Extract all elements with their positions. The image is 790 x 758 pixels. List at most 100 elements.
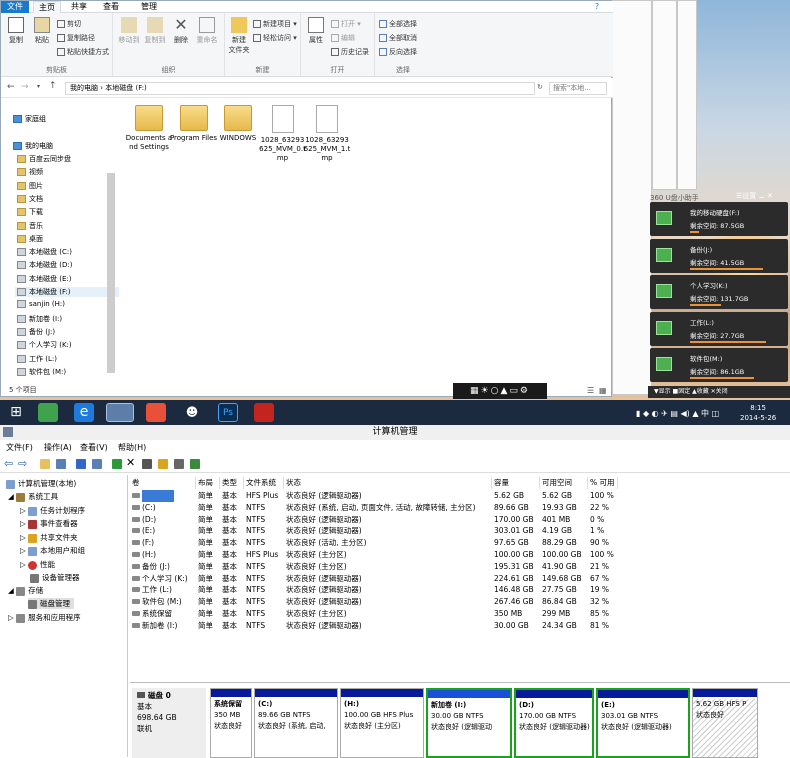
open-folder-icon[interactable]	[158, 459, 168, 469]
tree-event-viewer[interactable]: ▷ 事件查看器	[20, 518, 78, 529]
tray-icons[interactable]: ▮ ◆ ◐ ✈ ▤ ◀) ▲ 中 ◫	[636, 408, 719, 419]
history-button[interactable]: 历史记录	[331, 47, 369, 57]
column-header[interactable]: 状态	[284, 477, 492, 489]
tree-root[interactable]: 计算机管理(本地)	[6, 478, 76, 489]
nav-item[interactable]: 新加卷 (I:)	[17, 314, 62, 324]
tree-task-scheduler[interactable]: ▷ 任务计划程序	[20, 505, 85, 516]
partition-block[interactable]: 5.62 GB HFS P 状态良好	[692, 688, 758, 758]
back-icon[interactable]: ⇦	[4, 457, 13, 470]
easy-access-button[interactable]: 轻松访问 ▾	[253, 33, 297, 43]
open-button[interactable]: 打开 ▾	[331, 19, 361, 29]
forward-arrow-icon[interactable]: →	[21, 82, 29, 92]
up-arrow-icon[interactable]: ↑	[49, 81, 57, 91]
file-item[interactable]: 1028_63293625_MVM_0.tmp	[259, 105, 307, 163]
photoshop-icon[interactable]: Ps	[218, 403, 238, 422]
tab-view[interactable]: 查看	[97, 1, 125, 13]
menu-action[interactable]: 操作(A)	[44, 440, 72, 455]
tree-disk-management[interactable]: 磁盘管理	[28, 598, 74, 609]
partition-block[interactable]: 系统保留 350 MB 状态良好	[210, 688, 252, 758]
nav-item[interactable]: 文档	[17, 194, 43, 204]
file-item[interactable]: Program Files	[170, 105, 218, 143]
paste-shortcut-button[interactable]: 粘贴快捷方式	[57, 47, 109, 57]
export-icon[interactable]	[190, 459, 200, 469]
tree-local-users[interactable]: ▷ 本地用户和组	[20, 545, 85, 556]
background-window[interactable]	[652, 0, 677, 190]
nav-item[interactable]: 本地磁盘 (E:)	[17, 274, 71, 284]
column-header[interactable]: 布局	[196, 477, 220, 489]
properties-button[interactable]: 属性	[305, 17, 327, 45]
edit-button[interactable]: 编辑	[331, 33, 355, 43]
new-folder-button[interactable]: 新建 文件夹	[227, 17, 251, 55]
qq-icon[interactable]: ☻	[182, 403, 202, 422]
help-icon[interactable]	[76, 459, 86, 469]
drive-card[interactable]: 软件包(M:) 剩余空间: 86.1GB	[650, 348, 788, 382]
nav-item[interactable]: 视频	[17, 167, 43, 177]
disk-info[interactable]: 磁盘 0 基本 698.64 GB 联机	[132, 688, 206, 758]
back-arrow-icon[interactable]: ←	[7, 82, 15, 92]
ribbon-help-icon[interactable]: ?	[591, 1, 603, 13]
drive-card[interactable]: 工作(L:) 剩余空间: 27.7GB	[650, 311, 788, 346]
search-input[interactable]: 搜索"本地...	[549, 82, 607, 95]
floating-toolbar[interactable]: ▦☀○▲▭⚙	[453, 383, 547, 399]
background-window[interactable]	[612, 0, 652, 395]
file-item[interactable]: Documents and Settings	[125, 105, 173, 152]
nav-item[interactable]: 个人学习 (K:)	[17, 340, 72, 350]
tab-file[interactable]: 文件	[1, 1, 29, 13]
nav-item[interactable]: 下载	[17, 207, 43, 217]
file-item[interactable]: WINDOWS	[214, 105, 262, 143]
tree-services[interactable]: ▷ 服务和应用程序	[8, 612, 81, 623]
nav-homegroup[interactable]: 家庭组	[13, 114, 46, 124]
widget-settings-link[interactable]: ☰设置 ⚊ ✕	[736, 191, 773, 201]
select-all-button[interactable]: 全部选择	[379, 19, 417, 29]
nav-my-computer[interactable]: 我的电脑	[13, 141, 53, 151]
refresh-toolbar-icon[interactable]	[112, 459, 122, 469]
nav-scrollbar[interactable]	[107, 173, 115, 373]
new-item-button[interactable]: 新建项目 ▾	[253, 19, 297, 29]
column-header[interactable]: 类型	[220, 477, 244, 489]
column-header[interactable]: 文件系统	[244, 477, 284, 489]
partition-block[interactable]: 新加卷 (I:) 30.00 GB NTFS 状态良好 (逻辑驱动	[426, 688, 512, 758]
widget-footer[interactable]: ▼显示 ■固定 ▲收藏 ✕关闭	[648, 386, 790, 398]
show-tree-icon[interactable]	[40, 459, 50, 469]
copy-path-button[interactable]: 复制路径	[57, 33, 95, 43]
recent-dropdown-icon[interactable]: ▾	[37, 83, 40, 90]
menu-view[interactable]: 查看(V)	[80, 440, 108, 455]
nav-item[interactable]: 本地磁盘 (F:)	[15, 287, 119, 297]
column-header[interactable]: 可用空间	[540, 477, 588, 489]
move-to-button[interactable]: 移动到	[117, 17, 141, 45]
column-header[interactable]: 卷	[130, 477, 196, 489]
column-header[interactable]: % 可用	[588, 477, 618, 489]
partition-block[interactable]: (D:) 170.00 GB NTFS 状态良好 (逻辑驱动器)	[514, 688, 594, 758]
nav-item[interactable]: 本地磁盘 (C:)	[17, 247, 72, 257]
nav-item[interactable]: 音乐	[17, 221, 43, 231]
app-360-icon[interactable]	[38, 403, 58, 422]
menu-help[interactable]: 帮助(H)	[118, 440, 146, 455]
app-red-icon[interactable]	[254, 403, 274, 422]
drive-card[interactable]: 个人学习(K:) 剩余空间: 131.7GB	[650, 275, 788, 309]
delete-button[interactable]: ✕ 删除	[171, 17, 191, 45]
tree-performance[interactable]: ▷ 性能	[20, 559, 55, 570]
tree-shared-folders[interactable]: ▷ 共享文件夹	[20, 532, 78, 543]
copy-button[interactable]: 复制	[5, 17, 27, 45]
paste-button[interactable]: 粘贴	[31, 17, 53, 45]
tree-device-manager[interactable]: 设备管理器	[30, 572, 80, 583]
console-icon[interactable]	[56, 459, 66, 469]
copy-to-button[interactable]: 复制到	[143, 17, 167, 45]
nav-item[interactable]: 软件包 (M:)	[17, 367, 66, 377]
drive-card[interactable]: 我的移动硬盘(F:) 剩余空间: 87.5GB	[650, 202, 788, 236]
clock[interactable]: 8:15 2014-5-26	[740, 403, 776, 423]
properties-toolbar-icon[interactable]	[92, 459, 102, 469]
file-explorer-taskbar-icon[interactable]	[106, 403, 134, 422]
windows-start-icon[interactable]: ⊞	[6, 403, 26, 422]
check-icon[interactable]	[142, 459, 152, 469]
rename-button[interactable]: 重命名	[195, 17, 219, 45]
tree-system-tools[interactable]: ◢ 系统工具	[8, 491, 58, 502]
file-item[interactable]: 1028_63293625_MVM_1.tmp	[303, 105, 351, 163]
partition-block[interactable]: (E:) 303.01 GB NTFS 状态良好 (逻辑驱动器)	[596, 688, 690, 758]
large-icons-view-icon[interactable]: ▦	[599, 386, 607, 395]
drive-card[interactable]: 备份(J:) 剩余空间: 41.5GB	[650, 238, 788, 273]
nav-item[interactable]: 百度云同步盘	[17, 154, 71, 164]
tab-share[interactable]: 共享	[65, 1, 93, 13]
nav-item[interactable]: 本地磁盘 (D:)	[17, 260, 72, 270]
menu-file[interactable]: 文件(F)	[6, 440, 33, 455]
